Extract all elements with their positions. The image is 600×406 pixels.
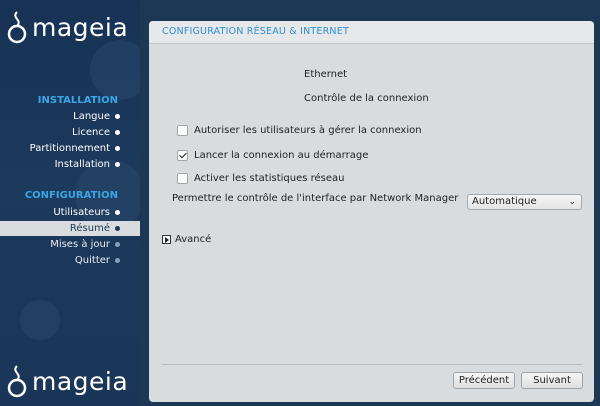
network-manager-label: Permettre le contrôle de l'interface par…: [172, 193, 459, 204]
bullet-icon: [115, 258, 120, 263]
network-stats-label: Activer les statistiques réseau: [194, 173, 345, 184]
mageia-logo-icon: [7, 11, 27, 44]
previous-button[interactable]: Précédent: [453, 372, 515, 389]
next-button[interactable]: Suivant: [521, 372, 583, 389]
allow-users-label: Autoriser les utilisateurs à gérer la co…: [194, 125, 422, 136]
sidebar-item-quitter[interactable]: Quitter: [0, 253, 140, 268]
sidebar-item-label: Quitter: [74, 255, 110, 266]
main-panel: CONFIGURATION RÉSEAU & INTERNET Ethernet…: [149, 21, 594, 402]
sidebar-item-resume[interactable]: Résumé: [0, 221, 140, 236]
decorative-flower: [90, 40, 140, 100]
allow-users-checkbox[interactable]: [177, 125, 188, 136]
sidebar: mageia INSTALLATION Langue Licence Parti…: [0, 0, 140, 406]
sidebar-item-langue[interactable]: Langue: [0, 109, 140, 124]
mageia-logo-icon: [7, 365, 27, 398]
bullet-icon: [115, 210, 120, 215]
sidebar-item-label: Partitionnement: [29, 143, 110, 154]
start-at-boot-checkbox-row[interactable]: Lancer la connexion au démarrage: [177, 150, 368, 161]
divider: [162, 364, 582, 365]
mageia-logo: mageia: [5, 10, 128, 44]
decorative-flower: [20, 300, 60, 340]
bullet-icon: [115, 114, 120, 119]
bullet-icon: [115, 162, 120, 167]
panel-title-bar: CONFIGURATION RÉSEAU & INTERNET: [149, 21, 594, 44]
network-manager-select-value: Automatique: [472, 196, 537, 207]
start-at-boot-label: Lancer la connexion au démarrage: [194, 150, 369, 161]
sidebar-item-mises-a-jour[interactable]: Mises à jour: [0, 237, 140, 252]
advanced-label: Avancé: [175, 234, 212, 245]
chevron-down-icon: ⌄: [568, 197, 576, 207]
mageia-logo-bottom: mageia: [5, 364, 128, 398]
sidebar-item-label: Installation: [54, 159, 110, 170]
sidebar-item-label: Mises à jour: [50, 239, 110, 250]
connection-control-label: Contrôle de la connexion: [304, 93, 429, 104]
sidebar-item-partitionnement[interactable]: Partitionnement: [0, 141, 140, 156]
network-stats-checkbox[interactable]: [177, 173, 188, 184]
interface-name: Ethernet: [304, 69, 348, 80]
advanced-expander[interactable]: Avancé: [162, 234, 211, 245]
page-title: CONFIGURATION RÉSEAU & INTERNET: [162, 26, 349, 37]
bullet-icon: [115, 130, 120, 135]
sidebar-item-label: Résumé: [69, 223, 110, 234]
installation-header: INSTALLATION: [37, 95, 118, 106]
bullet-icon: [115, 146, 120, 151]
bullet-icon: [115, 226, 120, 231]
expand-triangle-icon: [162, 235, 171, 244]
sidebar-item-label: Licence: [72, 127, 110, 138]
sidebar-item-licence[interactable]: Licence: [0, 125, 140, 140]
brand-name: mageia: [32, 12, 129, 42]
sidebar-item-label: Utilisateurs: [53, 207, 110, 218]
brand-name: mageia: [32, 366, 129, 396]
bullet-icon: [115, 242, 120, 247]
sidebar-item-utilisateurs[interactable]: Utilisateurs: [0, 205, 140, 220]
sidebar-item-installation[interactable]: Installation: [0, 157, 140, 172]
configuration-header: CONFIGURATION: [24, 190, 118, 201]
network-stats-checkbox-row[interactable]: Activer les statistiques réseau: [177, 173, 345, 184]
sidebar-item-label: Langue: [73, 111, 110, 122]
network-manager-select[interactable]: Automatique ⌄: [467, 194, 582, 210]
start-at-boot-checkbox[interactable]: [177, 150, 188, 161]
allow-users-checkbox-row[interactable]: Autoriser les utilisateurs à gérer la co…: [177, 125, 422, 136]
